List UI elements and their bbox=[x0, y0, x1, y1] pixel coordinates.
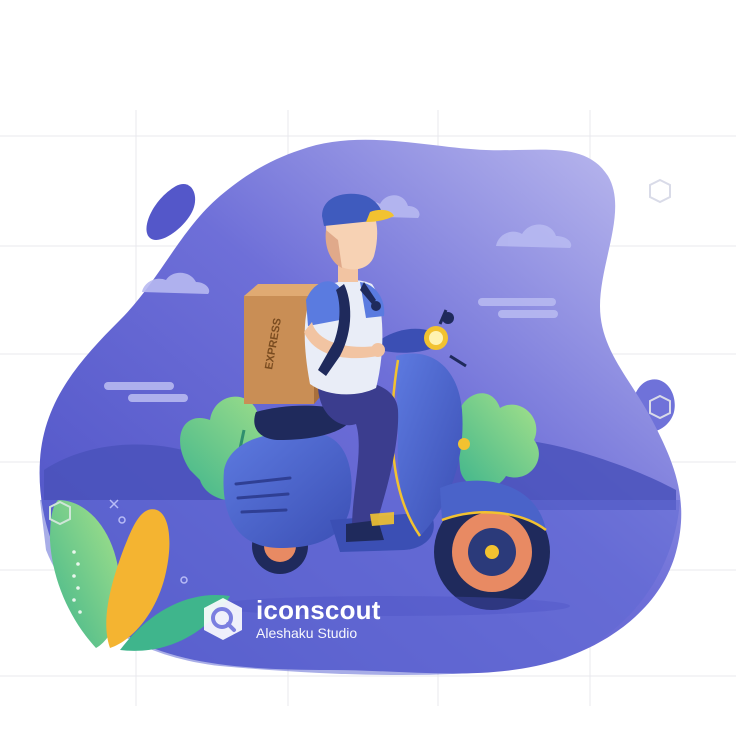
iconscout-watermark: iconscout Aleshaku Studio bbox=[200, 596, 381, 642]
watermark-author: Aleshaku Studio bbox=[256, 625, 358, 642]
watermark-brand: iconscout bbox=[256, 595, 381, 625]
iconscout-logo-icon bbox=[204, 598, 242, 640]
